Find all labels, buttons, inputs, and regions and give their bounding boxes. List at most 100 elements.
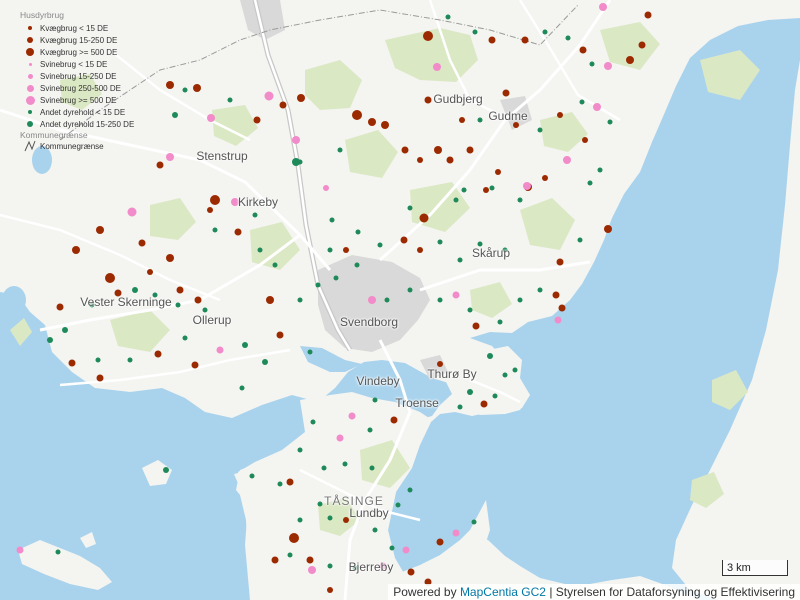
pig-farm-marker[interactable] bbox=[452, 529, 460, 537]
other-livestock-marker[interactable] bbox=[367, 427, 373, 433]
other-livestock-marker[interactable] bbox=[329, 217, 335, 223]
other-livestock-marker[interactable] bbox=[457, 257, 463, 263]
other-livestock-marker[interactable] bbox=[292, 158, 300, 166]
other-livestock-marker[interactable] bbox=[172, 112, 178, 118]
other-livestock-marker[interactable] bbox=[537, 287, 543, 293]
cattle-farm-marker[interactable] bbox=[390, 416, 398, 424]
cattle-farm-marker[interactable] bbox=[191, 361, 199, 369]
other-livestock-marker[interactable] bbox=[132, 287, 138, 293]
cattle-farm-marker[interactable] bbox=[207, 207, 213, 213]
cattle-farm-marker[interactable] bbox=[138, 239, 146, 247]
cattle-farm-marker[interactable] bbox=[289, 533, 299, 543]
pig-farm-marker[interactable] bbox=[207, 114, 215, 122]
cattle-farm-marker[interactable] bbox=[266, 296, 274, 304]
cattle-farm-marker[interactable] bbox=[626, 56, 634, 64]
cattle-farm-marker[interactable] bbox=[156, 161, 164, 169]
cattle-farm-marker[interactable] bbox=[343, 247, 349, 253]
cattle-farm-marker[interactable] bbox=[400, 236, 408, 244]
other-livestock-marker[interactable] bbox=[472, 29, 478, 35]
pig-farm-marker[interactable] bbox=[402, 546, 410, 554]
pig-farm-marker[interactable] bbox=[292, 136, 300, 144]
cattle-farm-marker[interactable] bbox=[472, 322, 480, 330]
cattle-farm-marker[interactable] bbox=[56, 303, 64, 311]
cattle-farm-marker[interactable] bbox=[424, 96, 432, 104]
other-livestock-marker[interactable] bbox=[354, 262, 360, 268]
other-livestock-marker[interactable] bbox=[307, 349, 313, 355]
cattle-farm-marker[interactable] bbox=[352, 110, 362, 120]
other-livestock-marker[interactable] bbox=[589, 61, 595, 67]
cattle-farm-marker[interactable] bbox=[105, 273, 115, 283]
mapcentia-link[interactable]: MapCentia GC2 bbox=[460, 585, 546, 599]
other-livestock-marker[interactable] bbox=[445, 14, 451, 20]
other-livestock-marker[interactable] bbox=[249, 473, 255, 479]
cattle-farm-marker[interactable] bbox=[306, 556, 314, 564]
other-livestock-marker[interactable] bbox=[377, 242, 383, 248]
other-livestock-marker[interactable] bbox=[182, 87, 188, 93]
pig-farm-marker[interactable] bbox=[216, 346, 224, 354]
pig-farm-marker[interactable] bbox=[308, 566, 316, 574]
other-livestock-marker[interactable] bbox=[277, 481, 283, 487]
other-livestock-marker[interactable] bbox=[212, 227, 218, 233]
cattle-farm-marker[interactable] bbox=[417, 247, 423, 253]
other-livestock-marker[interactable] bbox=[262, 359, 268, 365]
cattle-farm-marker[interactable] bbox=[495, 169, 501, 175]
cattle-farm-marker[interactable] bbox=[558, 304, 566, 312]
cattle-farm-marker[interactable] bbox=[502, 89, 510, 97]
pig-farm-marker[interactable] bbox=[523, 182, 531, 190]
cattle-farm-marker[interactable] bbox=[276, 331, 284, 339]
other-livestock-marker[interactable] bbox=[542, 29, 548, 35]
pig-farm-marker[interactable] bbox=[452, 291, 460, 299]
cattle-farm-marker[interactable] bbox=[279, 101, 287, 109]
cattle-farm-marker[interactable] bbox=[210, 195, 220, 205]
cattle-farm-marker[interactable] bbox=[579, 46, 587, 54]
other-livestock-marker[interactable] bbox=[517, 197, 523, 203]
other-livestock-marker[interactable] bbox=[395, 502, 401, 508]
pig-farm-marker[interactable] bbox=[336, 434, 344, 442]
other-livestock-marker[interactable] bbox=[355, 229, 361, 235]
cattle-farm-marker[interactable] bbox=[166, 254, 174, 262]
pig-farm-marker[interactable] bbox=[563, 156, 571, 164]
other-livestock-marker[interactable] bbox=[407, 287, 413, 293]
other-livestock-marker[interactable] bbox=[607, 119, 613, 125]
cattle-farm-marker[interactable] bbox=[343, 517, 349, 523]
other-livestock-marker[interactable] bbox=[337, 147, 343, 153]
pig-farm-marker[interactable] bbox=[166, 153, 174, 161]
other-livestock-marker[interactable] bbox=[95, 357, 101, 363]
cattle-farm-marker[interactable] bbox=[556, 258, 564, 266]
other-livestock-marker[interactable] bbox=[239, 385, 245, 391]
cattle-farm-marker[interactable] bbox=[542, 175, 548, 181]
other-livestock-marker[interactable] bbox=[257, 247, 263, 253]
cattle-farm-marker[interactable] bbox=[271, 556, 279, 564]
cattle-farm-marker[interactable] bbox=[459, 117, 465, 123]
cattle-farm-marker[interactable] bbox=[557, 112, 563, 118]
cattle-farm-marker[interactable] bbox=[286, 478, 294, 486]
other-livestock-marker[interactable] bbox=[461, 187, 467, 193]
other-livestock-marker[interactable] bbox=[227, 97, 233, 103]
other-livestock-marker[interactable] bbox=[384, 297, 390, 303]
pig-farm-marker[interactable] bbox=[433, 63, 441, 71]
cattle-farm-marker[interactable] bbox=[327, 587, 333, 593]
other-livestock-marker[interactable] bbox=[407, 487, 413, 493]
cattle-farm-marker[interactable] bbox=[96, 374, 104, 382]
cattle-farm-marker[interactable] bbox=[147, 269, 153, 275]
other-livestock-marker[interactable] bbox=[175, 302, 181, 308]
other-livestock-marker[interactable] bbox=[297, 517, 303, 523]
cattle-farm-marker[interactable] bbox=[176, 286, 184, 294]
other-livestock-marker[interactable] bbox=[62, 327, 68, 333]
other-livestock-marker[interactable] bbox=[327, 515, 333, 521]
other-livestock-marker[interactable] bbox=[321, 465, 327, 471]
other-livestock-marker[interactable] bbox=[489, 185, 495, 191]
cattle-farm-marker[interactable] bbox=[253, 116, 261, 124]
other-livestock-marker[interactable] bbox=[579, 99, 585, 105]
cattle-farm-marker[interactable] bbox=[419, 213, 429, 223]
other-livestock-marker[interactable] bbox=[315, 282, 321, 288]
cattle-farm-marker[interactable] bbox=[193, 84, 201, 92]
other-livestock-marker[interactable] bbox=[333, 275, 339, 281]
pig-farm-marker[interactable] bbox=[127, 207, 137, 217]
cattle-farm-marker[interactable] bbox=[436, 538, 444, 546]
pig-farm-marker[interactable] bbox=[264, 91, 274, 101]
cattle-farm-marker[interactable] bbox=[381, 121, 389, 129]
other-livestock-marker[interactable] bbox=[467, 307, 473, 313]
other-livestock-marker[interactable] bbox=[565, 35, 571, 41]
other-livestock-marker[interactable] bbox=[163, 467, 169, 473]
